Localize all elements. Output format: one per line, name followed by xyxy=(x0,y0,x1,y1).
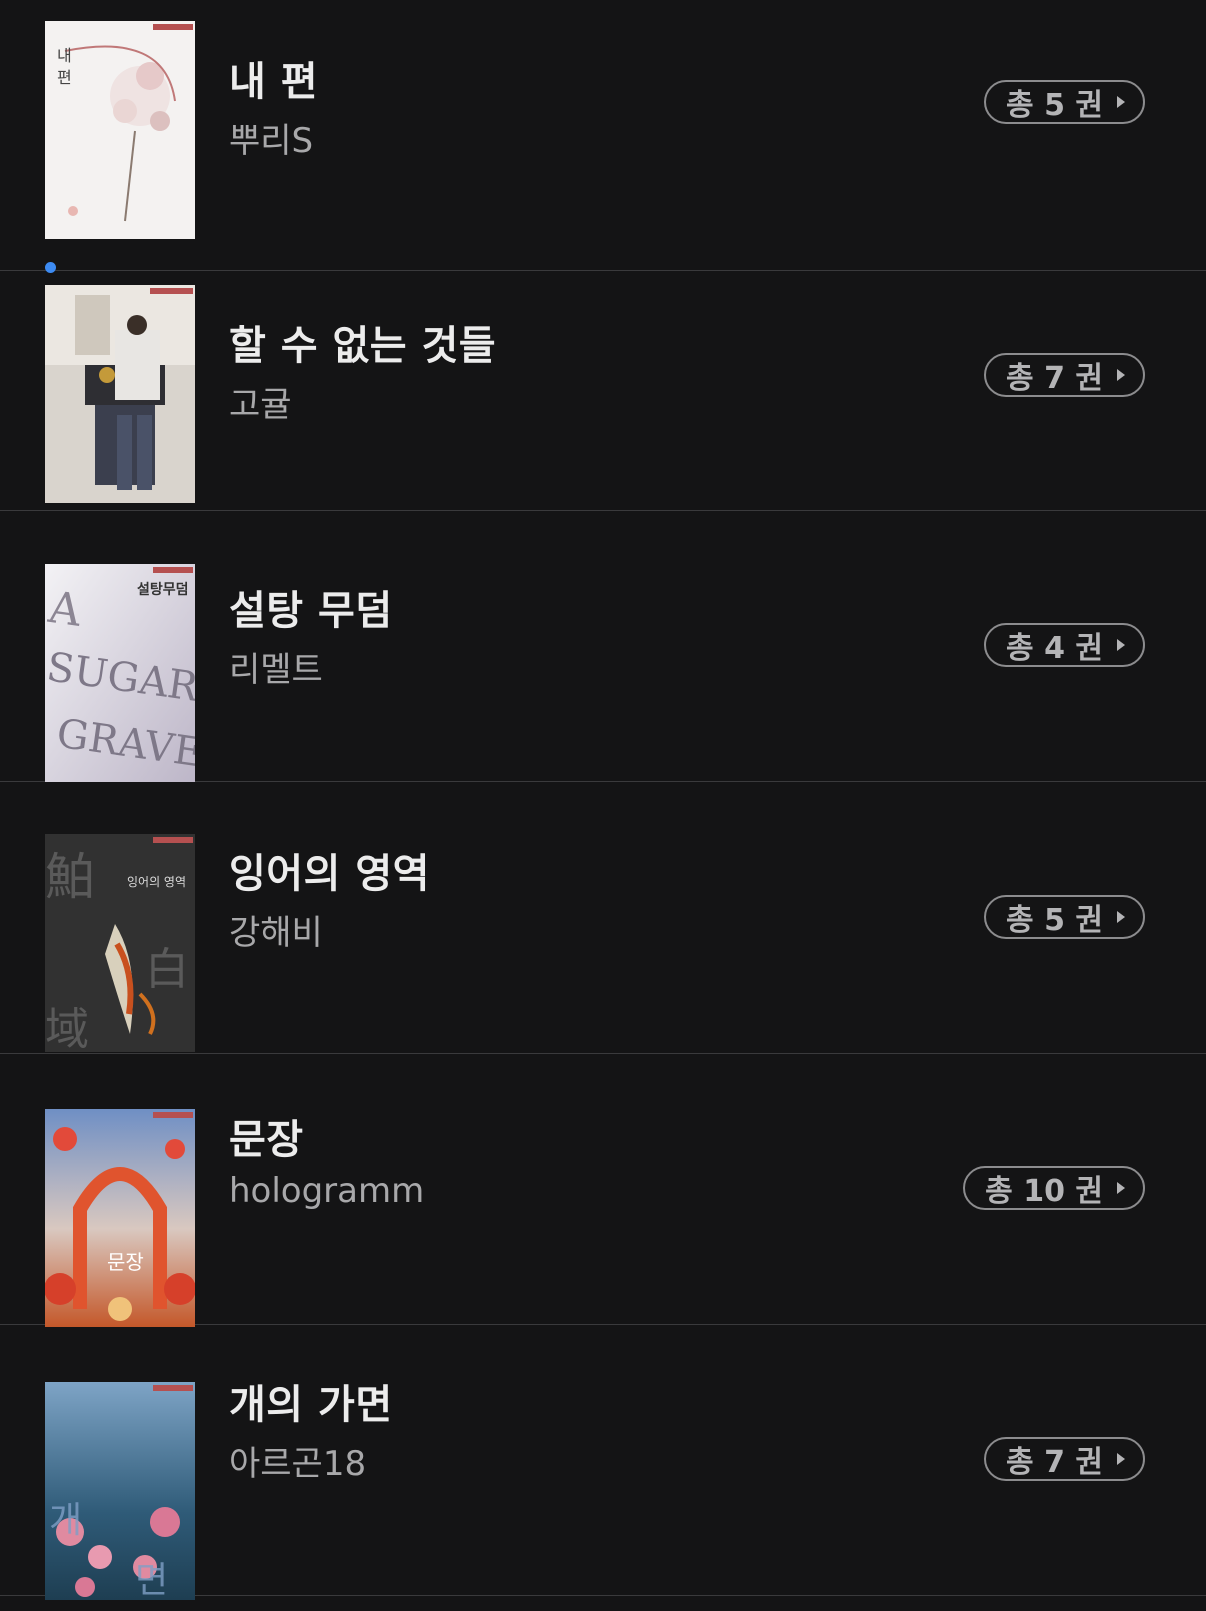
play-arrow-icon xyxy=(1117,639,1125,651)
volume-count-label: 총 7 권 xyxy=(1006,1445,1103,1480)
svg-text:편: 편 xyxy=(57,68,72,87)
volume-count-button[interactable]: 총 5 권 xyxy=(984,80,1145,124)
book-cover-image: 내 편 xyxy=(45,21,195,239)
svg-text:면: 면 xyxy=(135,1560,168,1600)
svg-text:문장: 문장 xyxy=(107,1250,144,1274)
volume-count-button[interactable]: 총 5 권 xyxy=(984,895,1145,939)
new-indicator-dot xyxy=(45,262,56,273)
book-title: 설탕 무덤 xyxy=(229,588,393,634)
play-arrow-icon xyxy=(1117,911,1125,923)
book-cover-image: A SUGAR GRAVE 설탕무덤 xyxy=(45,564,195,782)
volume-count-button[interactable]: 총 4 권 xyxy=(984,623,1145,667)
play-arrow-icon xyxy=(1117,96,1125,108)
volume-count-button[interactable]: 총 7 권 xyxy=(984,353,1145,397)
volume-count-label: 총 7 권 xyxy=(1006,361,1103,396)
play-arrow-icon xyxy=(1117,1453,1125,1465)
book-cover[interactable]: 문장 xyxy=(45,1109,195,1327)
book-cover-image xyxy=(45,285,195,503)
book-cover-image: 개 면 xyxy=(45,1382,195,1600)
book-author: 강해비 xyxy=(229,913,323,953)
book-cover[interactable]: 내 편 xyxy=(45,21,195,239)
book-title: 잉어의 영역 xyxy=(229,851,430,897)
list-item[interactable]: 내 편 내 편 뿌리S 총 5 권 xyxy=(0,0,1206,271)
list-item[interactable]: A SUGAR GRAVE 설탕무덤 설탕 무덤 리멜트 총 4 권 xyxy=(0,511,1206,782)
book-author: hologramm xyxy=(229,1171,425,1211)
volume-count-label: 총 4 권 xyxy=(1006,631,1103,666)
book-title: 개의 가면 xyxy=(229,1382,393,1428)
svg-text:개: 개 xyxy=(49,1500,82,1541)
volume-count-label: 총 10 권 xyxy=(985,1174,1103,1209)
list-item[interactable]: 할 수 없는 것들 고귤 총 7 권 xyxy=(0,240,1206,511)
book-title: 문장 xyxy=(229,1117,304,1163)
volume-count-label: 총 5 권 xyxy=(1006,88,1103,123)
list-item[interactable]: 개 면 개의 가면 아르곤18 총 7 권 xyxy=(0,1325,1206,1600)
book-author: 뿌리S xyxy=(229,121,314,161)
book-author: 아르곤18 xyxy=(229,1444,367,1484)
book-title: 내 편 xyxy=(229,59,319,105)
svg-text:잉어의 영역: 잉어의 영역 xyxy=(127,875,186,889)
book-author: 리멜트 xyxy=(229,650,323,690)
book-cover[interactable]: 鮊 白 域 잉어의 영역 xyxy=(45,834,195,1052)
svg-text:내: 내 xyxy=(57,46,72,65)
book-cover[interactable]: 개 면 xyxy=(45,1382,195,1600)
book-cover[interactable]: A SUGAR GRAVE 설탕무덤 xyxy=(45,564,195,782)
play-arrow-icon xyxy=(1117,1182,1125,1194)
svg-text:白: 白 xyxy=(145,944,189,995)
svg-text:域: 域 xyxy=(45,1004,89,1052)
book-list: 내 편 내 편 뿌리S 총 5 권 할 수 없는 것들 고귤 총 7 권 A S… xyxy=(0,0,1206,1611)
volume-count-button[interactable]: 총 10 권 xyxy=(963,1166,1145,1210)
book-title: 할 수 없는 것들 xyxy=(229,323,497,369)
list-item[interactable]: 문장 문장 hologramm 총 10 권 xyxy=(0,1054,1206,1327)
svg-text:설탕무덤: 설탕무덤 xyxy=(137,581,189,598)
list-item[interactable]: 鮊 白 域 잉어의 영역 잉어의 영역 강해비 총 5 권 xyxy=(0,783,1206,1054)
book-cover[interactable] xyxy=(45,285,195,503)
svg-text:鮊: 鮊 xyxy=(45,848,95,906)
play-arrow-icon xyxy=(1117,369,1125,381)
volume-count-button[interactable]: 총 7 권 xyxy=(984,1437,1145,1481)
book-author: 고귤 xyxy=(229,385,292,425)
book-cover-image: 문장 xyxy=(45,1109,195,1327)
volume-count-label: 총 5 권 xyxy=(1006,903,1103,938)
book-cover-image: 鮊 白 域 잉어의 영역 xyxy=(45,834,195,1052)
